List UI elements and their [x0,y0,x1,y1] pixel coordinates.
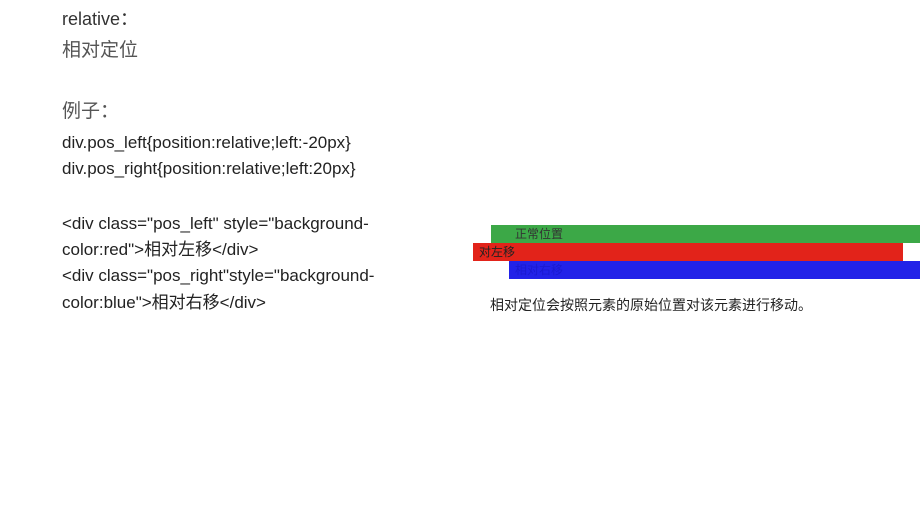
html-line-1b: color:red">相对左移</div> [62,237,462,263]
demo-bar-right: 相对右移 [509,261,920,279]
html-line-2a: <div class="pos_right"style="background- [62,263,462,289]
heading-relative: relative： [62,6,462,33]
css-line-2: div.pos_right{position:relative;left:20p… [62,156,462,182]
css-line-1: div.pos_left{position:relative;left:-20p… [62,130,462,156]
left-column: relative： 相对定位 例子： div.pos_left{position… [62,6,462,316]
html-line-1a: <div class="pos_left" style="background- [62,211,462,237]
heading-sub: 相对定位 [62,37,462,66]
explanation-text: 相对定位会按照元素的原始位置对该元素进行移动。 [490,295,812,315]
demo-bar-normal: 正常位置 [491,225,920,243]
demo-area: 正常位置 对左移 相对右移 [475,225,905,279]
html-line-2b: color:blue">相对右移</div> [62,290,462,316]
demo-bar-left: 对左移 [473,243,903,261]
example-label: 例子： [62,98,462,127]
